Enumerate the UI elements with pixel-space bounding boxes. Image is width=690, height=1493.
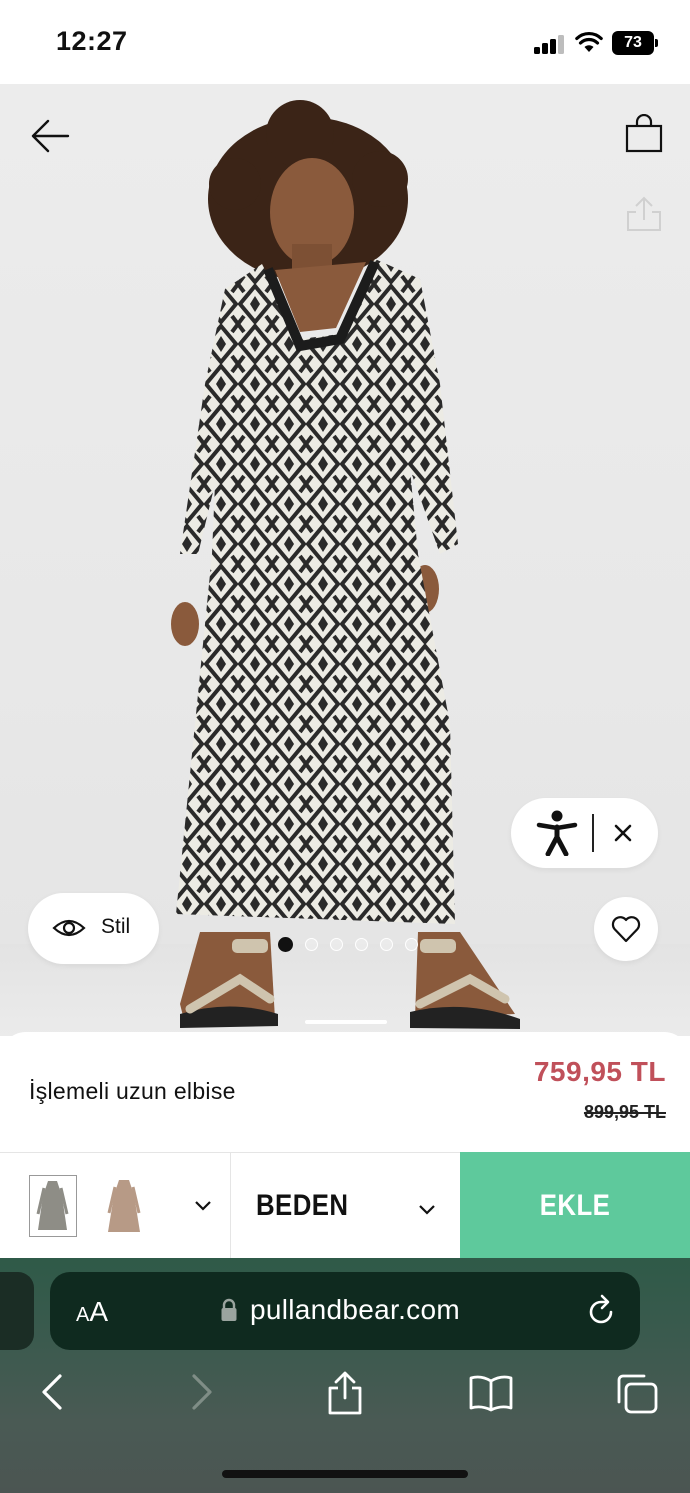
previous-tab[interactable] xyxy=(0,1272,34,1350)
chevron-down-icon[interactable] xyxy=(193,1198,213,1212)
home-indicator xyxy=(222,1470,468,1478)
battery-icon: 73 xyxy=(612,31,658,55)
eye-icon xyxy=(52,919,86,937)
color-swatch-selected[interactable] xyxy=(29,1175,77,1237)
browser-toolbar: AA pullandbear.com xyxy=(0,1258,690,1493)
aa-small: A xyxy=(76,1304,90,1326)
wifi-icon xyxy=(575,31,603,52)
divider xyxy=(592,814,594,852)
accessibility-widget[interactable] xyxy=(511,798,658,868)
color-selector[interactable] xyxy=(0,1153,231,1259)
heart-icon xyxy=(611,916,641,943)
battery-level: 73 xyxy=(612,31,654,55)
reload-icon[interactable] xyxy=(585,1294,617,1328)
sheet-drag-handle[interactable] xyxy=(305,1020,387,1024)
add-to-cart-label: EKLE xyxy=(539,1188,611,1222)
share-icon[interactable] xyxy=(325,1370,365,1416)
original-price: 899,95 TL xyxy=(583,1102,666,1122)
color-swatch[interactable] xyxy=(100,1175,148,1237)
size-selector-label: BEDEN xyxy=(256,1189,349,1222)
pagination-dot[interactable] xyxy=(380,937,393,951)
pagination-dot[interactable] xyxy=(355,937,368,951)
address-bar[interactable]: AA pullandbear.com xyxy=(50,1272,640,1350)
page-settings-button[interactable]: AA xyxy=(76,1296,108,1328)
product-name: İşlemeli uzun elbise xyxy=(29,1078,236,1104)
add-to-cart-button[interactable]: EKLE xyxy=(460,1152,690,1259)
style-button[interactable]: Stil xyxy=(28,893,159,964)
size-selector[interactable]: BEDEN xyxy=(231,1153,460,1259)
favorite-button[interactable] xyxy=(594,897,658,961)
pagination-dot[interactable] xyxy=(305,937,318,951)
shopping-bag-icon[interactable] xyxy=(624,114,664,154)
share-icon[interactable] xyxy=(624,194,664,234)
purchase-bar: BEDEN EKLE xyxy=(0,1152,690,1259)
aa-large: A xyxy=(89,1296,109,1327)
sale-price: 759,95 TL xyxy=(533,1056,666,1087)
forward-icon[interactable] xyxy=(188,1370,216,1414)
accessibility-icon[interactable] xyxy=(535,810,579,856)
lock-icon xyxy=(221,1298,237,1321)
bookmarks-icon[interactable] xyxy=(468,1374,514,1412)
back-icon[interactable] xyxy=(38,1370,66,1414)
tabs-icon[interactable] xyxy=(614,1372,660,1416)
status-time: 12:27 xyxy=(56,26,128,56)
chevron-down-icon[interactable] xyxy=(417,1202,437,1216)
status-bar: 12:27 73 xyxy=(0,0,690,84)
gallery-pagination xyxy=(278,936,418,952)
pagination-dot[interactable] xyxy=(330,937,343,951)
product-image-gallery[interactable]: Stil xyxy=(0,84,690,1036)
product-info-sheet: İşlemeli uzun elbise 759,95 TL 899,95 TL xyxy=(0,1032,690,1154)
cellular-signal-icon xyxy=(534,34,566,54)
url-text: pullandbear.com xyxy=(250,1294,460,1325)
pagination-dot[interactable] xyxy=(278,936,293,952)
pagination-dot[interactable] xyxy=(405,937,418,951)
style-button-label: Stil xyxy=(101,915,131,938)
arrow-left-icon[interactable] xyxy=(30,118,70,154)
close-icon[interactable] xyxy=(610,820,636,846)
